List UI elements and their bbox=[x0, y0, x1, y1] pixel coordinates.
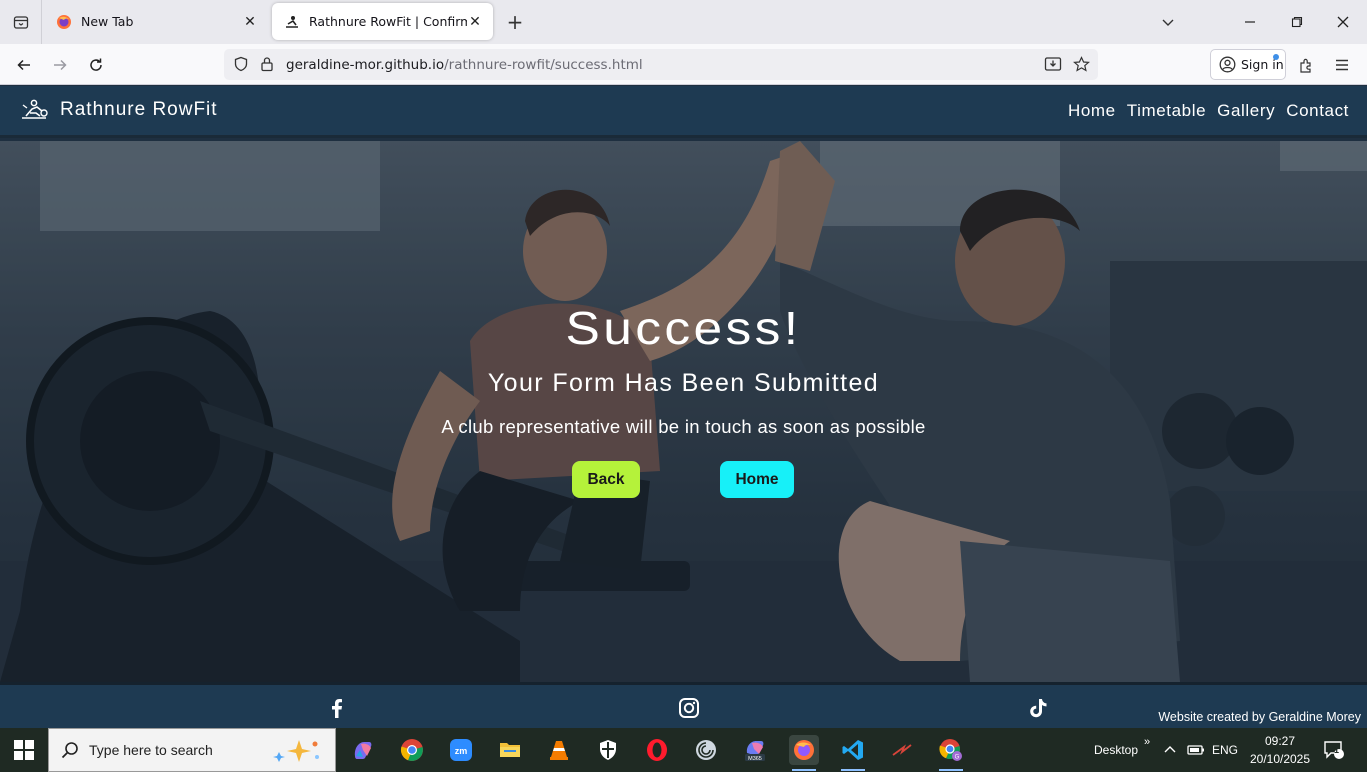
zoom-icon[interactable]: zm bbox=[446, 735, 476, 765]
tab-new-tab[interactable]: New Tab ✕ bbox=[44, 3, 268, 40]
tab-confirmation[interactable]: Rathnure RowFit | Confirmation ✕ bbox=[272, 3, 493, 40]
home-button[interactable]: Home bbox=[720, 461, 794, 498]
svg-text:zm: zm bbox=[455, 746, 468, 756]
vscode-icon[interactable] bbox=[838, 735, 868, 771]
hero-section: Success! Your Form Has Been Submitted A … bbox=[0, 141, 1367, 682]
nav-home-link[interactable]: Home bbox=[1068, 101, 1116, 121]
tab-title: Rathnure RowFit | Confirmation bbox=[309, 14, 467, 29]
svg-text:G: G bbox=[955, 755, 960, 761]
nav-contact-link[interactable]: Contact bbox=[1286, 101, 1349, 121]
firefox-taskbar-icon[interactable] bbox=[789, 735, 819, 771]
close-window-icon[interactable] bbox=[1331, 10, 1355, 34]
tracking-shield-icon[interactable] bbox=[233, 56, 249, 76]
search-placeholder: Type here to search bbox=[89, 742, 213, 758]
url-text[interactable]: geraldine-mor.github.io/rathnure-rowfit/… bbox=[286, 57, 643, 73]
bookmark-star-icon[interactable] bbox=[1073, 56, 1090, 76]
url-host: geraldine-mor.github.io bbox=[286, 56, 445, 73]
new-tab-button[interactable]: + bbox=[504, 11, 526, 33]
submitted-subheading: Your Form Has Been Submitted bbox=[487, 369, 880, 397]
arrow-app-icon[interactable] bbox=[887, 735, 917, 765]
brand-name: Rathnure RowFit bbox=[60, 99, 218, 120]
menu-icon[interactable] bbox=[1329, 52, 1355, 78]
clock-date: 20/10/2025 bbox=[1249, 752, 1311, 766]
opera-icon[interactable] bbox=[642, 735, 672, 765]
tab-title: New Tab bbox=[81, 14, 134, 29]
rowing-icon bbox=[284, 14, 300, 30]
windows-taskbar: Type here to search zm M365 G Desktop » … bbox=[0, 728, 1367, 772]
m365-icon[interactable]: M365 bbox=[740, 735, 770, 765]
spiral-icon[interactable] bbox=[691, 735, 721, 765]
address-bar[interactable]: geraldine-mor.github.io/rathnure-rowfit/… bbox=[224, 49, 1098, 80]
rower-logo-icon bbox=[22, 99, 48, 119]
close-tab-icon[interactable]: ✕ bbox=[242, 14, 258, 30]
reload-icon[interactable] bbox=[83, 52, 109, 78]
lock-icon[interactable] bbox=[260, 56, 274, 76]
extensions-icon[interactable] bbox=[1293, 52, 1319, 78]
instagram-icon[interactable] bbox=[677, 696, 701, 720]
account-icon bbox=[1219, 56, 1236, 73]
success-heading: Success! bbox=[565, 302, 802, 354]
sign-in-button[interactable]: Sign in bbox=[1210, 49, 1286, 80]
follow-up-message: A club representative will be in touch a… bbox=[441, 416, 926, 437]
restore-icon[interactable] bbox=[1285, 10, 1309, 34]
back-arrow-icon[interactable] bbox=[11, 52, 37, 78]
notification-dot bbox=[1273, 54, 1279, 60]
site-footer: Website created by Geraldine Morey bbox=[0, 682, 1367, 728]
facebook-icon[interactable] bbox=[325, 696, 349, 720]
back-button[interactable]: Back bbox=[572, 461, 640, 498]
notification-count: 1 bbox=[1334, 745, 1340, 755]
copilot-icon[interactable] bbox=[348, 735, 378, 765]
close-tab-icon[interactable]: ✕ bbox=[467, 14, 483, 30]
show-hidden-icons-icon[interactable] bbox=[1163, 728, 1177, 772]
tab-list-button[interactable] bbox=[0, 0, 42, 44]
clock-time: 09:27 bbox=[1264, 734, 1296, 748]
minimize-icon[interactable] bbox=[1238, 10, 1262, 34]
search-icon bbox=[61, 741, 79, 759]
site-navigation: Home Timetable Gallery Contact bbox=[1068, 101, 1349, 121]
site-credit: Website created by Geraldine Morey bbox=[1158, 710, 1361, 724]
firefox-icon bbox=[56, 14, 72, 30]
list-all-tabs-icon[interactable] bbox=[1156, 10, 1180, 34]
windows-start-icon[interactable] bbox=[14, 740, 34, 760]
save-page-icon[interactable] bbox=[1044, 56, 1062, 76]
notifications-icon[interactable]: 1 bbox=[1323, 728, 1345, 772]
url-path: /rathnure-rowfit/success.html bbox=[444, 56, 643, 73]
svg-text:M365: M365 bbox=[748, 756, 762, 762]
site-header: Rathnure RowFit Home Timetable Gallery C… bbox=[0, 86, 1367, 138]
taskbar-search-box[interactable]: Type here to search bbox=[48, 728, 336, 772]
tab-list-icon bbox=[13, 16, 28, 29]
chrome-profile-icon[interactable]: G bbox=[936, 735, 966, 771]
hero-overlay bbox=[0, 141, 1367, 682]
vlc-icon[interactable] bbox=[544, 735, 574, 765]
desktop-toolbar-label[interactable]: Desktop bbox=[1094, 728, 1138, 772]
security-icon[interactable] bbox=[593, 735, 623, 765]
tiktok-icon[interactable] bbox=[1026, 696, 1050, 720]
forward-arrow-icon[interactable] bbox=[47, 52, 73, 78]
browser-tab-strip: New Tab ✕ Rathnure RowFit | Confirmation… bbox=[0, 0, 1367, 44]
site-logo[interactable]: Rathnure RowFit bbox=[20, 99, 218, 121]
nav-timetable-link[interactable]: Timetable bbox=[1127, 101, 1206, 121]
browser-toolbar: geraldine-mor.github.io/rathnure-rowfit/… bbox=[0, 44, 1367, 85]
file-explorer-icon[interactable] bbox=[495, 735, 525, 765]
nav-gallery-link[interactable]: Gallery bbox=[1217, 101, 1275, 121]
network-icon[interactable] bbox=[1187, 728, 1205, 772]
chrome-icon[interactable] bbox=[397, 735, 427, 765]
search-highlight-icon bbox=[273, 738, 325, 764]
system-clock[interactable]: 09:27 20/10/2025 bbox=[1245, 732, 1315, 768]
toolbar-expand-icon[interactable]: » bbox=[1144, 720, 1150, 764]
language-indicator[interactable]: ENG bbox=[1212, 728, 1238, 772]
